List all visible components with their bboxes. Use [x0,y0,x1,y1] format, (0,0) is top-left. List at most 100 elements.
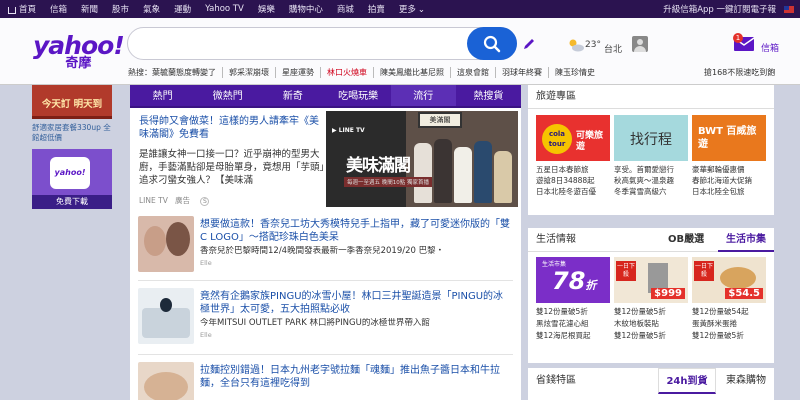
hot-search-item[interactable]: 郭采潔崩壞 [222,67,275,78]
hot-search-item[interactable]: 這泉會館 [450,67,495,78]
hot-search-item[interactable]: 葉毓蘭態度轉變了 [152,67,222,78]
featured-source: LINE TV [139,196,168,205]
partly-cloudy-icon [569,39,584,51]
life-card-image[interactable]: 一日下殺 $54.5 [692,257,766,303]
colatour-name: 可樂旅遊 [576,131,604,152]
life-card[interactable]: 一日下殺 $999 雙12份量破5折 木紋地板裝貼 雙12份量破5折 [614,257,688,342]
ad-info-icon[interactable]: S [200,197,210,206]
list-item[interactable]: 想要做這款！香奈兒工坊大秀模特兒手上指甲，藏了可愛迷你版的「雙C LOGO」～搭… [130,214,521,276]
travel-card[interactable]: cola tour 可樂旅遊 五星日本春節旅 遊搶8日34888起 日本北陸冬遊百優 [536,115,610,197]
topnav-item-auction[interactable]: 拍賣 [368,3,385,15]
upgrade-app-link[interactable]: 升級信箱App 一鍵訂閱電子報 [663,3,776,15]
topnav-item-stock[interactable]: 股市 [112,3,129,15]
featured-meta: LINE TV 廣告 S [139,195,210,206]
tab-ob-select[interactable]: OB嚴選 [668,228,704,252]
sale-price: $54.5 [725,288,763,299]
thumb-shape [166,222,190,256]
news-feed: 想要做這款！香奈兒工坊大秀模特兒手上指甲，藏了可愛迷你版的「雙C LOGO」～搭… [130,210,521,400]
article-thumbnail[interactable] [138,216,194,272]
hot-search-promo[interactable]: 搶168不限速吃到飽 [704,67,775,78]
travel-card[interactable]: BWT 百威旅遊 豪華郵輪優惠價 春節北海道大促銷 日本北陸全包旅 [692,115,766,197]
list-item[interactable]: 拉麵控別錯過！日本九州老字號拉麵「魂麵」推出魚子醬日本和牛拉麵，全台只有這裡吃得… [130,360,521,400]
promo-banner[interactable]: 今天訂 明天到 [32,85,112,119]
search-button[interactable] [467,27,517,60]
tab-life-market[interactable]: 生活市集 [718,228,774,252]
savings-section: 省錢特區 24h到貨 東森購物 [528,368,774,400]
tab-fashion[interactable]: 流行 [390,85,456,108]
topnav-item-news[interactable]: 新聞 [81,3,98,15]
hot-search-item[interactable]: 羽球年終賽 [495,67,548,78]
topnav-item-entertainment[interactable]: 娛樂 [258,3,275,15]
featured-ad-card[interactable]: 長得帥又會做菜！這樣的男人請牽牢《美味滿閣》免費看 是誰讓女神一口接一口？近乎崩… [130,108,521,210]
user-avatar-icon[interactable] [632,36,648,52]
life-card[interactable]: 生活市集 78折 雙12份量破5折 黑炫雪花濾心組 雙12海尼根買起 [536,257,610,342]
yahoo-logo[interactable]: yahoo! 奇摩 [33,31,125,71]
life-card[interactable]: 一日下殺 $54.5 雙12份量破54起 蛋黃酥米蛋捲 雙12份量破5折 [692,257,766,342]
download-button[interactable]: 免費下載 [32,195,112,209]
header: yahoo! 奇摩 23° 台北 1 信箱 熱搜： 葉毓蘭態度轉變了 郭采潔崩壞… [0,18,800,85]
search-input[interactable] [142,28,472,59]
topnav-item-mall[interactable]: 商城 [337,3,354,15]
app-download-banner[interactable]: yahoo! 免費下載 [32,149,112,209]
tab-etmall[interactable]: 東森購物 [718,368,774,394]
topnav-item-mail[interactable]: 信箱 [50,3,67,15]
thumb-shape [142,308,190,338]
linetv-logo: ▶ LINE TV [332,127,365,134]
tab-novel[interactable]: 新奇 [260,85,325,108]
article-title[interactable]: 想要做這款！香奈兒工坊大秀模特兒手上指甲，藏了可愛迷你版的「雙C LOGO」～搭… [200,218,510,244]
tab-trending-goods[interactable]: 熱搜貨 [456,85,521,108]
home-icon[interactable] [8,6,16,14]
travel-card-text: 享受。首爾愛戀行 秋高氣爽～溫泉趣 冬季賞雪高級六 [614,164,688,197]
life-card-image[interactable]: 一日下殺 $999 [614,257,688,303]
travel-cards: cola tour 可樂旅遊 五星日本春節旅 遊搶8日34888起 日本北陸冬遊百優 … [528,109,774,197]
top-navigation-bar: 首頁 信箱 新聞 股市 氣象 運動 Yahoo TV 娛樂 購物中心 商城 拍賣… [0,0,800,18]
hot-search-label: 熱搜： [128,68,152,77]
tab-hot[interactable]: 熱門 [130,85,195,108]
mail-badge: 1 [733,33,743,43]
travel-line: 日本北陸全包旅 [692,187,745,196]
chevron-down-icon: ⌄ [417,5,426,15]
topnav-item-home[interactable]: 首頁 [19,3,36,15]
article-thumbnail[interactable] [138,362,194,400]
flash-badge: 一日下殺 [694,261,714,281]
tab-24h-delivery[interactable]: 24h到貨 [658,368,716,394]
tab-warm[interactable]: 微熱門 [195,85,260,108]
food-shape [720,267,756,289]
weather-widget[interactable]: 23° 台北 [567,34,622,55]
life-card-image[interactable]: 生活市集 78折 [536,257,610,303]
hot-search-item[interactable]: 星座運勢 [275,67,320,78]
travel-card-logo[interactable]: cola tour 可樂旅遊 [536,115,610,161]
article-desc: 香奈兒於巴黎時間12/4晚間發表最新一季香奈兒2019/20 巴黎・ [200,246,445,256]
topnav-item-shopping[interactable]: 購物中心 [289,3,323,15]
hot-search-item[interactable]: 陳美鳳繼比基尼照 [373,67,450,78]
hot-search-item[interactable]: 陳玉珍情史 [548,67,601,78]
life-line: 雙12份量破54起 [692,307,749,316]
travel-card-logo[interactable]: 找行程 [614,115,688,161]
tab-food-fun[interactable]: 吃喝玩樂 [326,85,391,108]
flash-badge: 一日下殺 [616,261,636,281]
article-title[interactable]: 拉麵控別錯過！日本九州老字號拉麵「魂麵」推出魚子醬日本和牛拉麵，全台只有這裡吃得… [200,364,510,390]
article-thumbnail[interactable] [138,288,194,344]
travel-card[interactable]: 找行程 享受。首爾愛戀行 秋高氣爽～溫泉趣 冬季賞雪高級六 [614,115,688,197]
life-card-text: 雙12份量破5折 木紋地板裝貼 雙12份量破5折 [614,306,688,342]
topnav-item-sports[interactable]: 運動 [174,3,191,15]
travel-line: 豪華郵輪優惠價 [692,165,745,174]
featured-title[interactable]: 長得帥又會做菜！這樣的男人請牽牢《美味滿閣》免費看 [139,115,324,141]
featured-image[interactable]: 美滿閣 ▶ LINE TV 美味滿閣 每週一至週五 晚間10點 獨家首播 [326,111,518,207]
life-line: 雙12份量破5折 [614,307,666,316]
thumb-shape [144,226,166,256]
article-title[interactable]: 竟然有企鵝家族PINGU的冰雪小屋！林口三井聖誕造景「PINGU的冰極世界」太可… [200,290,510,316]
search-icon [483,35,501,52]
topnav-item-yahootv[interactable]: Yahoo TV [205,4,244,14]
topnav-more-label: 更多 [398,5,416,15]
logo-text: yahoo! [33,31,125,60]
travel-card-logo[interactable]: BWT 百威旅遊 [692,115,766,161]
topnav-item-more[interactable]: 更多 ⌄ [399,3,425,15]
list-item[interactable]: 竟然有企鵝家族PINGU的冰雪小屋！林口三井聖誕造景「PINGU的冰極世界」太可… [130,286,521,348]
mail-widget[interactable]: 1 信箱 [733,33,779,55]
taiwan-flag-icon[interactable] [784,5,794,13]
hot-search-item[interactable]: 林口火燒車 [320,67,373,78]
promo-text[interactable]: 舒適家居套餐330up 全館超低價 [32,123,112,143]
topnav-item-weather[interactable]: 氣象 [143,3,160,15]
pen-icon[interactable] [522,37,536,51]
